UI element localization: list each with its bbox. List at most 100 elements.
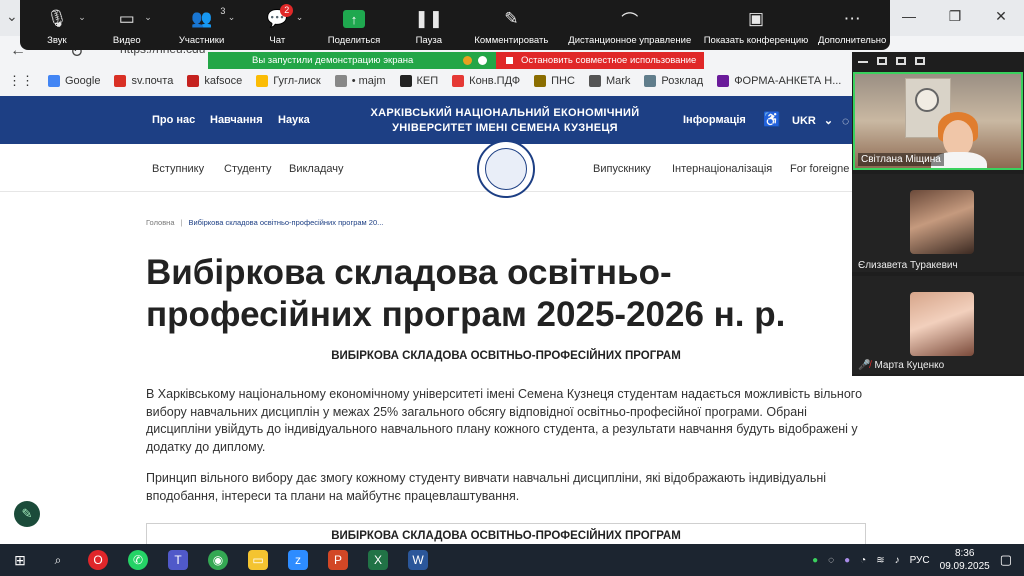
bookmark-item[interactable]: Конв.ПДФ: [452, 75, 520, 87]
subnav-student[interactable]: Студенту: [224, 163, 272, 175]
toolbar-show-meeting-button[interactable]: ▣ Показать конференцию: [698, 0, 815, 50]
toolbar-pencil-button[interactable]: ✎ Комментировать: [461, 0, 562, 50]
toolbar-chat-button[interactable]: 💬 Чат ⌄ 2: [243, 0, 311, 50]
subnav-applicant[interactable]: Вступнику: [152, 163, 204, 175]
university-name: ХАРКІВСЬКИЙ НАЦІОНАЛЬНИЙ ЕКОНОМІЧНИЙ УНІ…: [360, 106, 650, 136]
share-status-banner: Вы запустили демонстрацию экрана: [208, 52, 496, 69]
powerpoint-icon[interactable]: P: [328, 550, 348, 570]
subnav-foreigners[interactable]: For foreigne: [790, 163, 849, 175]
close-icon[interactable]: ✕: [978, 0, 1024, 32]
chrome-icon[interactable]: ◉: [208, 550, 228, 570]
bookmark-item[interactable]: ПНС: [534, 75, 575, 87]
video-camera-icon: ▭: [118, 9, 135, 28]
wifi-icon[interactable]: ≋: [876, 555, 884, 566]
nav-information[interactable]: Інформація: [683, 114, 746, 126]
bookmark-item[interactable]: Mark: [588, 75, 630, 87]
more-icon: ⋯: [843, 9, 861, 28]
bookmark-item[interactable]: Розклад: [644, 75, 703, 87]
keyboard-language[interactable]: РУС: [910, 555, 930, 566]
participant-tile-2[interactable]: Єлизавета Туракевич: [852, 174, 1024, 272]
site-subnav: Вступнику Студенту Викладачу Випускнику …: [0, 144, 852, 192]
bookmark-item[interactable]: ФОРМА-АНКЕТА Н...: [717, 75, 841, 87]
language-selector[interactable]: UKR ⌄: [792, 114, 833, 127]
bookmark-label: kafsoce: [204, 75, 243, 87]
side-view-icon[interactable]: [896, 57, 906, 65]
toolbar-label: Дистанционное управление: [568, 35, 692, 46]
search-icon[interactable]: ◌: [842, 114, 849, 128]
bookmark-item[interactable]: kafsoce: [187, 75, 242, 87]
subnav-internationalization[interactable]: Інтернаціоналізація: [672, 163, 772, 175]
section-heading: ВИБІРКОВА СКЛАДОВА ОСВІТНЬО-ПРОФЕСІЙНИХ …: [331, 350, 681, 362]
minimize-panel-icon[interactable]: [858, 59, 868, 63]
toolbar-mouse-button[interactable]: ⌒ Дистанционное управление: [562, 0, 698, 50]
bookmark-item[interactable]: Google: [48, 75, 100, 87]
participant-name-1: Світлана Міщина: [858, 153, 944, 166]
nav-science[interactable]: Наука: [278, 114, 310, 126]
bookmark-item[interactable]: • majm: [334, 75, 386, 87]
breadcrumb-home[interactable]: Головна: [146, 218, 175, 227]
bookmark-item[interactable]: Гугл-лиск: [256, 75, 321, 87]
teams-icon[interactable]: T: [168, 550, 188, 570]
accessibility-icon[interactable]: ♿: [763, 111, 780, 128]
word-icon[interactable]: W: [408, 550, 428, 570]
chevron-down-icon[interactable]: ⌄: [228, 12, 236, 23]
chevron-down-icon[interactable]: ⌄: [296, 12, 304, 23]
university-seal-icon: [485, 148, 527, 190]
bookmark-item[interactable]: КЕП: [399, 75, 439, 87]
toolbar-label: Пауза: [415, 35, 442, 46]
tray-app-icon[interactable]: ●: [812, 555, 818, 566]
bookmark-label: КЕП: [416, 75, 439, 87]
whatsapp-icon[interactable]: ✆: [128, 550, 148, 570]
paragraph-principle: Принцип вільного вибору дає змогу кожном…: [146, 471, 827, 503]
annotate-pencil-icon[interactable]: ✎: [14, 501, 40, 527]
single-view-icon[interactable]: [877, 57, 887, 65]
participant-count: 3: [220, 6, 226, 16]
clock[interactable]: 8:36 09.09.2025: [940, 547, 990, 573]
toolbar-share-screen-button[interactable]: ↑ Поделиться: [311, 0, 396, 50]
pause-status-icon[interactable]: [463, 56, 473, 65]
participant-face: [943, 120, 973, 156]
toolbar-participants-button[interactable]: 👥 Участники ⌄ 3: [160, 0, 244, 50]
toolbar-microphone-button[interactable]: 🎙 Звук ⌄: [20, 0, 94, 50]
nav-study[interactable]: Навчання: [210, 114, 263, 126]
minimize-icon[interactable]: —: [886, 0, 932, 32]
restore-icon[interactable]: ❐: [932, 0, 978, 32]
clock-date: 09.09.2025: [939, 561, 990, 572]
subnav-graduate[interactable]: Випускнику: [593, 163, 651, 175]
stop-share-label: Остановить совместное использование: [521, 55, 697, 66]
toolbar-more-button[interactable]: ⋯ Дополнительно: [814, 0, 890, 50]
security-shield-icon[interactable]: [478, 56, 488, 65]
tray-network-icon[interactable]: ◔: [860, 555, 866, 566]
zoom-toolbar: 🎙 Звук ⌄ ▭ Видео ⌄ 👥 Участники ⌄ 3 💬 Чат ⌄ 2 ↑ Поделить…: [20, 0, 890, 50]
clock-time: 8:36: [954, 548, 975, 559]
apps-grid-icon[interactable]: ⋮⋮: [8, 73, 34, 89]
zoom-icon[interactable]: z: [288, 550, 308, 570]
tray-zoom-icon[interactable]: ◌: [828, 555, 834, 566]
chevron-down-icon[interactable]: ⌄: [144, 12, 152, 23]
tab-list-icon[interactable]: ⌄: [6, 8, 18, 25]
notifications-icon[interactable]: ▢: [1000, 552, 1012, 568]
university-logo[interactable]: [477, 140, 535, 198]
bookmark-label: ПНС: [551, 75, 575, 87]
window-controls: — ❐ ✕: [886, 0, 1024, 32]
excel-icon[interactable]: X: [368, 550, 388, 570]
active-speaker-video[interactable]: Світлана Міщина: [853, 72, 1023, 170]
toolbar-pause-button[interactable]: ❚❚ Пауза: [397, 0, 461, 50]
bookmark-item[interactable]: sv.почта: [114, 75, 173, 87]
toolbar-video-camera-button[interactable]: ▭ Видео ⌄: [94, 0, 160, 50]
opera-icon[interactable]: O: [88, 550, 108, 570]
gallery-view-icon[interactable]: [915, 57, 925, 65]
tray-viber-icon[interactable]: ●: [844, 555, 850, 566]
subnav-teacher[interactable]: Викладачу: [289, 163, 343, 175]
stop-share-button[interactable]: Остановить совместное использование: [496, 52, 704, 69]
chevron-down-icon[interactable]: ⌄: [78, 12, 86, 23]
breadcrumb: Головна | Вибіркова складова освітньо-проф…: [146, 218, 384, 227]
search-icon[interactable]: ⌕: [48, 550, 68, 570]
participant-tile-3[interactable]: 🎤̸ Марта Куценко: [852, 276, 1024, 374]
windows-start-icon[interactable]: ⊞: [10, 550, 30, 570]
share-status-text: Вы запустили демонстрацию экрана: [252, 55, 414, 66]
file-explorer-icon[interactable]: ▭: [248, 550, 268, 570]
volume-icon[interactable]: ♪: [895, 555, 900, 566]
stop-square-icon: [506, 57, 513, 64]
nav-about[interactable]: Про нас: [152, 114, 195, 126]
